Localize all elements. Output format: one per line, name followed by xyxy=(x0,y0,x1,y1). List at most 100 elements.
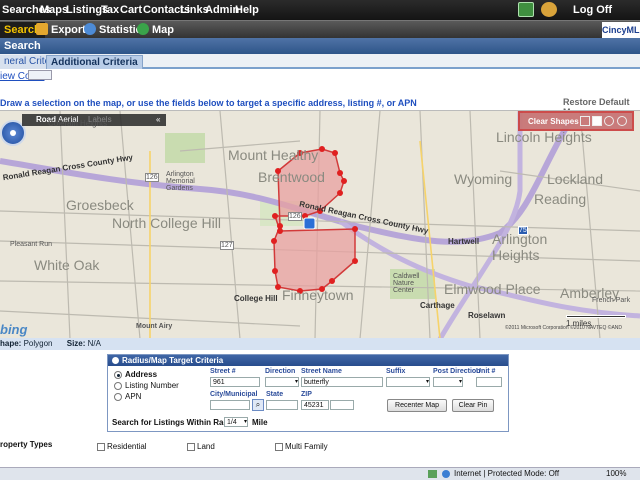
street-name-label: Street Name xyxy=(301,368,342,375)
route-marker: 75 xyxy=(518,226,528,235)
zip-ext-field[interactable] xyxy=(330,400,354,410)
polygon-vertex-handle[interactable] xyxy=(272,213,278,219)
zip-label: ZIP xyxy=(301,391,312,398)
map-place-label: Lincoln Heights xyxy=(496,129,592,145)
map-place-label: French Park xyxy=(592,297,631,304)
checkbox-multi-family[interactable] xyxy=(275,443,283,451)
brand-logo: CincyML xyxy=(602,22,640,38)
polygon-vertex-handle[interactable] xyxy=(272,268,278,274)
collapse-toggle-icon[interactable] xyxy=(112,357,119,364)
map-place-label: Pleasant Run xyxy=(10,241,53,248)
collapse-icon[interactable]: « xyxy=(156,115,160,124)
polygon-vertex-handle[interactable] xyxy=(275,284,281,290)
map-copyright: ©2011 Microsoft Corporation ©2010 NAVTEQ… xyxy=(505,325,623,331)
statistics-icon xyxy=(84,23,96,35)
street-number-label: Street # xyxy=(210,368,236,375)
unit-label: Unit # xyxy=(476,368,496,375)
map-place-label: Reading xyxy=(534,191,587,207)
map-place-label: Caldwell Nature Center xyxy=(393,273,420,294)
map-place-label: Lockland xyxy=(547,171,604,187)
shape-label: hape: xyxy=(0,339,22,348)
menu-cart[interactable]: Cart xyxy=(120,4,142,16)
map-instruction: Draw a selection on the map, or use the … xyxy=(0,98,417,108)
polygon-vertex-handle[interactable] xyxy=(337,170,343,176)
radius-icon[interactable] xyxy=(617,116,627,126)
zoom-level[interactable]: 100% xyxy=(606,468,626,480)
direction-select[interactable]: ▾ xyxy=(265,377,299,387)
polygon-vertex-handle[interactable] xyxy=(332,150,338,156)
route-marker: 127 xyxy=(220,241,234,250)
post-direction-label: Post Direction xyxy=(433,368,481,375)
route-marker: 126 xyxy=(288,212,302,221)
user-icon[interactable] xyxy=(541,2,557,17)
toolbar-map[interactable]: Map xyxy=(137,22,174,38)
map-place-label: Mount Healthy xyxy=(228,147,319,163)
radio-address-label: Address xyxy=(125,370,158,379)
state-field[interactable] xyxy=(266,400,298,410)
map-place-label: Colerain Heights xyxy=(48,119,108,128)
suffix-select[interactable]: ▾ xyxy=(386,377,430,387)
rectangle-icon[interactable] xyxy=(580,116,590,126)
post-direction-select[interactable]: ▾ xyxy=(433,377,463,387)
radius-label: Search for Listings Within Radius xyxy=(112,418,240,427)
shape-value: Polygon xyxy=(23,339,53,348)
polygon-vertex-handle[interactable] xyxy=(277,223,283,229)
radio-listing-number[interactable] xyxy=(114,382,122,390)
city-label: City/Municipal xyxy=(210,391,258,398)
map-place-label: College Hill xyxy=(234,294,278,303)
direction-label: Direction xyxy=(265,368,296,375)
radio-apn[interactable] xyxy=(114,393,122,401)
map-canvas[interactable]: Road Aerial Labels « Clear Shapes Colera… xyxy=(0,110,640,338)
clear-pin-button[interactable]: Clear Pin xyxy=(452,399,494,412)
map-place-label: Hartwell xyxy=(448,237,480,246)
tab-additional-criteria[interactable]: Additional Criteria xyxy=(46,55,143,69)
map-place-label: White Oak xyxy=(34,257,100,273)
radio-apn-label: APN xyxy=(125,392,142,401)
exports-icon xyxy=(36,23,48,35)
map-place-label: Elmwood Place xyxy=(444,281,541,297)
polygon-vertex-handle[interactable] xyxy=(337,190,343,196)
zip-field[interactable]: 45231 xyxy=(301,400,329,410)
globe-icon xyxy=(442,470,450,478)
shapes-toolbar: Clear Shapes xyxy=(518,111,634,131)
recenter-map-button[interactable]: Recenter Map xyxy=(387,399,447,412)
street-name-field[interactable]: butterfly xyxy=(301,377,383,387)
checkmark-icon xyxy=(428,470,437,478)
polygon-vertex-handle[interactable] xyxy=(352,258,358,264)
radius-select[interactable]: 1/4 ▾ xyxy=(224,417,248,427)
search-icon[interactable]: ⌕ xyxy=(252,399,264,411)
radio-address[interactable] xyxy=(114,371,122,379)
checkbox-land[interactable] xyxy=(187,443,195,451)
polygon-icon[interactable] xyxy=(592,116,602,126)
map-place-label: Finneytown xyxy=(282,287,354,303)
polygon-vertex-handle[interactable] xyxy=(329,278,335,284)
clear-shapes-button[interactable]: Clear Shapes xyxy=(528,117,579,126)
map-place-label: Wyoming xyxy=(454,171,513,187)
menu-help[interactable]: Help xyxy=(235,4,259,16)
logoff-link[interactable]: Log Off xyxy=(573,4,612,16)
menu-tax[interactable]: Tax xyxy=(101,4,119,16)
property-types-heading: roperty Types xyxy=(0,440,53,449)
polygon-vertex-handle[interactable] xyxy=(341,178,347,184)
checkbox-residential[interactable] xyxy=(97,443,105,451)
checkbox-land-label: Land xyxy=(197,442,215,451)
polygon-vertex-handle[interactable] xyxy=(319,146,325,152)
radius-unit: Mile xyxy=(252,418,268,427)
chevron-down-icon: ▾ xyxy=(458,379,462,385)
street-number-field[interactable]: 961 xyxy=(210,377,260,387)
location-pin[interactable] xyxy=(303,217,316,230)
city-field[interactable] xyxy=(210,400,250,410)
suffix-label: Suffix xyxy=(386,368,406,375)
circle-icon[interactable] xyxy=(604,116,614,126)
polygon-vertex-handle[interactable] xyxy=(271,238,277,244)
chevron-down-icon: ▾ xyxy=(243,419,247,425)
spreadsheet-icon[interactable] xyxy=(518,2,534,17)
polygon-vertex-handle[interactable] xyxy=(352,226,358,232)
map-place-label: Arlington Memorial Gardens xyxy=(166,171,195,192)
browser-status-bar: Internet | Protected Mode: Off 100% xyxy=(0,467,640,480)
menu-maps[interactable]: Maps xyxy=(40,4,68,16)
security-zone: Internet | Protected Mode: Off xyxy=(454,469,560,478)
unit-field[interactable] xyxy=(476,377,502,387)
map-place-label: Brentwood xyxy=(258,169,325,185)
shape-info-bar: hape: Polygon Size: N/A xyxy=(0,338,640,350)
